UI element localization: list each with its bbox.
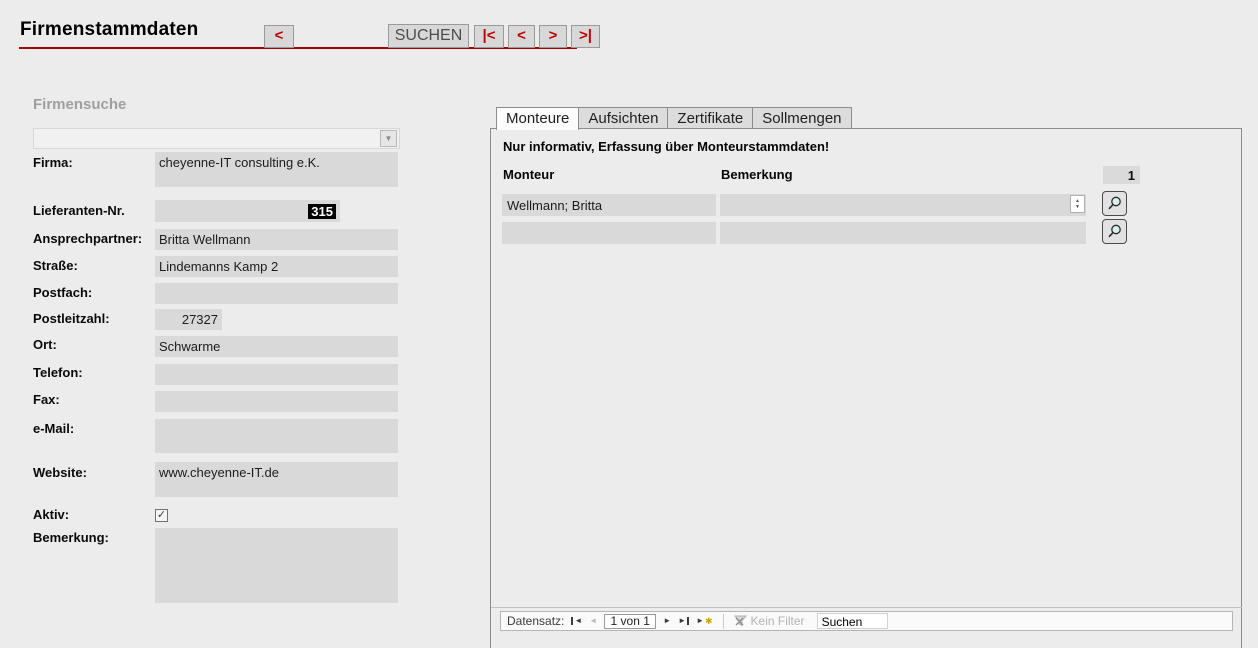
postleitzahl-field[interactable]: 27327 bbox=[155, 309, 222, 330]
lieferanten-nr-label: Lieferanten-Nr. bbox=[33, 204, 125, 218]
record-navigator: Datensatz: ◄ ◄ 1 von 1 ► ► ►✱ Kein Filte… bbox=[500, 611, 1233, 631]
nav-prev-button[interactable]: ◄ bbox=[589, 617, 597, 625]
fax-label: Fax: bbox=[33, 393, 60, 407]
strasse-field[interactable]: Lindemanns Kamp 2 bbox=[155, 256, 398, 277]
record-count-field: 1 bbox=[1103, 166, 1140, 184]
nav-next-button[interactable]: ► bbox=[663, 617, 671, 625]
ansprechpartner-label: Ansprechpartner: bbox=[33, 232, 154, 246]
record-position-field[interactable]: 1 von 1 bbox=[604, 614, 656, 629]
ort-label: Ort: bbox=[33, 338, 57, 352]
column-header-bemerkung: Bemerkung bbox=[721, 167, 793, 182]
postfach-label: Postfach: bbox=[33, 286, 92, 300]
bemerkung-label: Bemerkung: bbox=[33, 531, 109, 545]
next-record-button[interactable]: > bbox=[539, 25, 567, 48]
back-button[interactable]: < bbox=[264, 25, 294, 48]
firmensuche-combobox[interactable]: ▼ bbox=[33, 128, 400, 149]
aktiv-checkbox[interactable]: ✓ bbox=[155, 509, 168, 522]
column-header-monteur: Monteur bbox=[503, 167, 554, 182]
lieferanten-nr-field[interactable]: 315 bbox=[155, 200, 340, 222]
new-record-star-icon: ✱ bbox=[705, 617, 713, 626]
triangle-right-icon: ► bbox=[663, 617, 671, 625]
first-record-button[interactable]: |< bbox=[474, 25, 504, 48]
spinner-down-icon[interactable]: ▼ bbox=[1075, 204, 1080, 210]
email-field[interactable] bbox=[155, 419, 398, 453]
telefon-label: Telefon: bbox=[33, 366, 83, 380]
nav-last-button[interactable]: ► bbox=[678, 617, 689, 625]
triangle-left-icon: ◄ bbox=[589, 617, 597, 625]
tab-sollmengen[interactable]: Sollmengen bbox=[753, 107, 851, 129]
datensatz-label: Datensatz: bbox=[507, 614, 564, 628]
divider bbox=[491, 607, 1242, 608]
triangle-left-icon: ◄ bbox=[574, 617, 582, 625]
postleitzahl-label: Postleitzahl: bbox=[33, 312, 110, 326]
bemerkung-cell-row1[interactable]: ▲ ▼ bbox=[720, 194, 1086, 216]
bemerkung-cell-row2[interactable] bbox=[720, 222, 1086, 244]
lookup-button-row1[interactable] bbox=[1102, 191, 1127, 216]
selected-text: 315 bbox=[308, 204, 336, 219]
triangle-right-icon: ► bbox=[696, 617, 704, 625]
firmensuche-label: Firmensuche bbox=[33, 96, 126, 113]
postfach-field[interactable] bbox=[155, 283, 398, 304]
last-record-button[interactable]: >| bbox=[571, 25, 600, 48]
bar-icon bbox=[571, 617, 573, 625]
divider bbox=[723, 614, 724, 629]
nav-first-button[interactable]: ◄ bbox=[571, 617, 582, 625]
tab-zertifikate[interactable]: Zertifikate bbox=[668, 107, 753, 129]
info-text: Nur informativ, Erfassung über Monteurst… bbox=[503, 139, 829, 154]
search-input[interactable]: Suchen bbox=[817, 613, 888, 629]
chevron-down-icon[interactable]: ▼ bbox=[380, 130, 397, 147]
kein-filter-label: Kein Filter bbox=[751, 614, 805, 628]
tab-strip: Monteure Aufsichten Zertifikate Sollmeng… bbox=[496, 107, 852, 130]
filter-icon bbox=[734, 615, 747, 627]
previous-record-button[interactable]: < bbox=[508, 25, 535, 48]
aktiv-label: Aktiv: bbox=[33, 508, 69, 522]
bemerkung-field[interactable] bbox=[155, 528, 398, 603]
page-title: Firmenstammdaten bbox=[20, 19, 198, 41]
fax-field[interactable] bbox=[155, 391, 398, 412]
ort-field[interactable]: Schwarme bbox=[155, 336, 398, 357]
magnifier-icon bbox=[1106, 223, 1123, 240]
suchen-button[interactable]: SUCHEN bbox=[388, 24, 469, 48]
bar-icon bbox=[687, 617, 689, 625]
check-icon: ✓ bbox=[157, 509, 166, 521]
tab-monteure[interactable]: Monteure bbox=[496, 107, 579, 130]
monteur-cell-row2[interactable] bbox=[502, 222, 716, 244]
monteur-cell-row1[interactable]: Wellmann; Britta bbox=[502, 194, 716, 216]
firma-label: Firma: bbox=[33, 156, 73, 170]
nav-new-record-button[interactable]: ►✱ bbox=[696, 617, 712, 626]
triangle-right-icon: ► bbox=[678, 617, 686, 625]
email-label: e-Mail: bbox=[33, 422, 74, 436]
no-filter-button[interactable]: Kein Filter bbox=[734, 614, 805, 628]
magnifier-icon bbox=[1106, 195, 1123, 212]
ansprechpartner-field[interactable]: Britta Wellmann bbox=[155, 229, 398, 250]
spinner-control[interactable]: ▲ ▼ bbox=[1070, 195, 1085, 213]
lookup-button-row2[interactable] bbox=[1102, 219, 1127, 244]
website-field[interactable]: www.cheyenne-IT.de bbox=[155, 462, 398, 497]
telefon-field[interactable] bbox=[155, 364, 398, 385]
strasse-label: Straße: bbox=[33, 259, 78, 273]
tab-aufsichten[interactable]: Aufsichten bbox=[579, 107, 668, 129]
firma-field[interactable]: cheyenne-IT consulting e.K. bbox=[155, 152, 398, 187]
website-label: Website: bbox=[33, 466, 87, 480]
